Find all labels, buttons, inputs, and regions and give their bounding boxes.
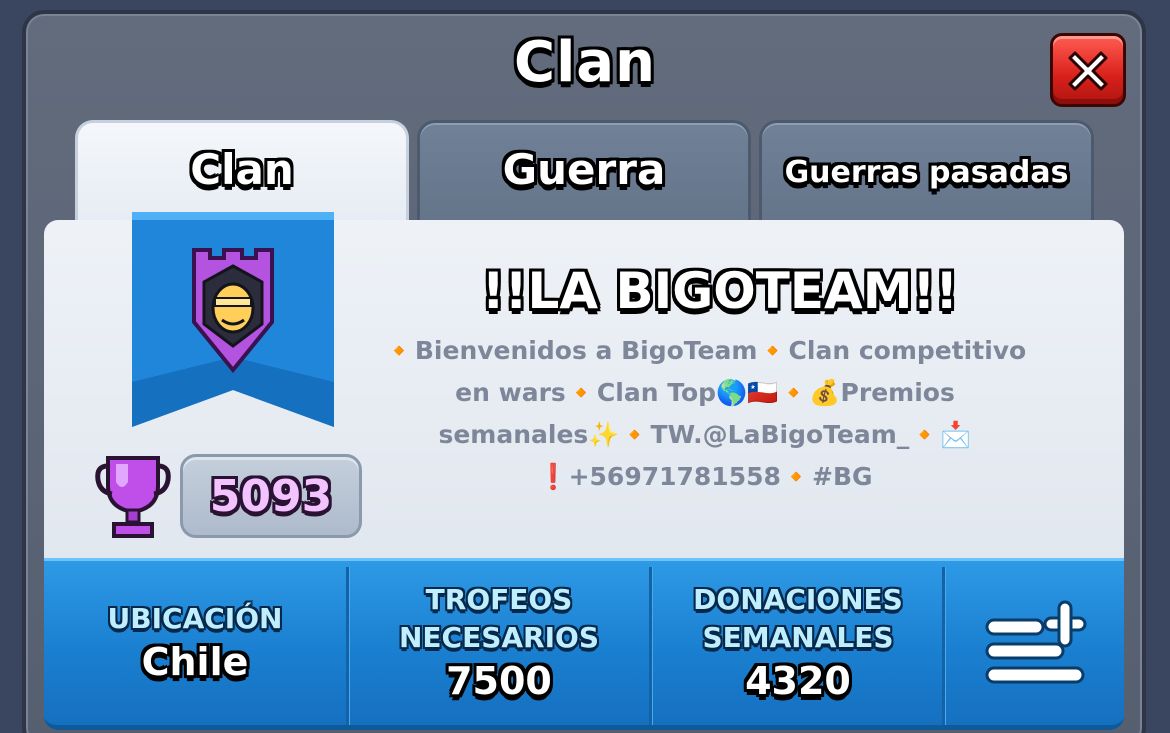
- stat-required-trophies: TROFEOS NECESARIOS 7500: [349, 561, 649, 725]
- clan-trophy-value: 5093: [209, 470, 333, 522]
- trophy-icon: [95, 456, 171, 538]
- stat-required-trophies-value: 7500: [446, 659, 552, 703]
- stat-weekly-donations-label-2: SEMANALES: [702, 621, 894, 654]
- clan-description-line: ❗+56971781558🔸#BG: [537, 462, 873, 491]
- tab-clan[interactable]: Clan: [75, 120, 409, 224]
- stat-required-trophies-label-1: TROFEOS: [425, 583, 573, 616]
- stat-location: UBICACIÓN Chile: [44, 561, 346, 725]
- window-title: Clan: [514, 30, 656, 95]
- knight-shield-badge-icon: [132, 212, 334, 427]
- stat-location-label: UBICACIÓN: [107, 602, 283, 635]
- clan-description-line: en wars🔸Clan Top🌎🇨🇱🔸💰Premios: [455, 378, 955, 407]
- stat-location-value: Chile: [141, 640, 249, 684]
- clan-description: 🔸Bienvenidos a BigoTeam🔸Clan competitivo…: [380, 330, 1030, 498]
- close-button[interactable]: [1050, 33, 1126, 107]
- close-icon: [1068, 51, 1108, 91]
- stat-weekly-donations: DONACIONES SEMANALES 4320: [652, 561, 944, 725]
- list-add-icon: [985, 600, 1086, 684]
- stat-weekly-donations-label-1: DONACIONES: [693, 583, 903, 616]
- clan-menu-button[interactable]: [945, 561, 1124, 725]
- clan-trophy-count: 5093: [180, 454, 362, 538]
- clan-name: !!LA BIGOTEAM!!: [481, 262, 959, 320]
- tab-guerra-label: Guerra: [502, 145, 666, 194]
- stat-weekly-donations-value: 4320: [745, 659, 851, 703]
- clan-description-line: 🔸Bienvenidos a BigoTeam🔸Clan competitivo: [383, 336, 1027, 365]
- stat-required-trophies-label-2: NECESARIOS: [398, 621, 600, 654]
- tab-guerra[interactable]: Guerra: [417, 120, 751, 224]
- clan-description-line: semanales✨🔸TW.@LaBigoTeam_🔸📩: [438, 420, 972, 449]
- clan-stats-bar: UBICACIÓN Chile TROFEOS NECESARIOS 7500 …: [44, 558, 1124, 730]
- tab-guerras-pasadas-label: Guerras pasadas: [784, 155, 1069, 190]
- tab-guerras-pasadas[interactable]: Guerras pasadas: [759, 120, 1094, 224]
